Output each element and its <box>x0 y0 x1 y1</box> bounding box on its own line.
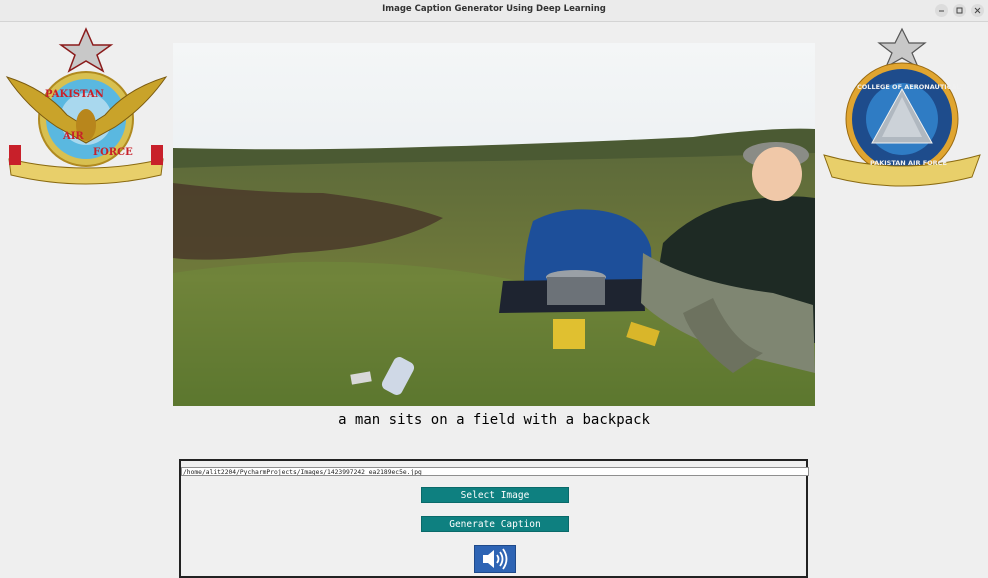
svg-text:AIR: AIR <box>62 131 84 142</box>
svg-text:FORCE: FORCE <box>93 147 133 158</box>
speak-caption-button[interactable] <box>474 545 516 573</box>
minimize-icon <box>939 10 944 12</box>
svg-text:PAKISTAN AIR FORCE: PAKISTAN AIR FORCE <box>870 159 947 167</box>
svg-text:COLLEGE OF AERONAUTICAL: COLLEGE OF AERONAUTICAL <box>857 83 961 91</box>
minimize-button[interactable] <box>935 4 948 17</box>
generate-caption-button[interactable]: Generate Caption <box>421 516 569 532</box>
window-titlebar: Image Caption Generator Using Deep Learn… <box>0 0 988 22</box>
control-panel: /home/alit2204/PycharmProjects/Images/14… <box>179 459 809 578</box>
selected-photo <box>173 43 815 406</box>
speaker-icon <box>483 548 508 570</box>
close-icon <box>974 7 981 14</box>
maximize-button[interactable] <box>953 4 966 17</box>
paf-logo: AIR FORCE PAKISTAN <box>5 27 168 185</box>
restore-icon <box>956 7 963 14</box>
svg-text:PAKISTAN: PAKISTAN <box>45 89 104 100</box>
select-image-button[interactable]: Select Image <box>421 487 569 503</box>
image-path-field[interactable]: /home/alit2204/PycharmProjects/Images/14… <box>181 467 809 476</box>
window-title: Image Caption Generator Using Deep Learn… <box>382 4 606 14</box>
close-button[interactable] <box>971 4 984 17</box>
cae-logo: COLLEGE OF AERONAUTICAL PAKISTAN AIR FOR… <box>823 27 981 187</box>
generated-caption: a man sits on a field with a backpack <box>338 412 650 428</box>
main-content: AIR FORCE PAKISTAN COLLEGE OF AERONAUTIC… <box>0 22 988 578</box>
